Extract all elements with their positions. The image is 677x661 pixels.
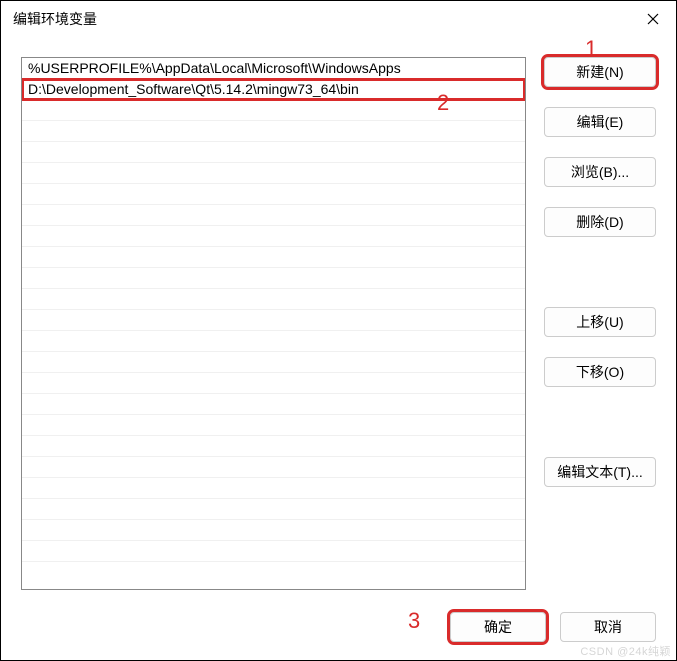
- close-icon: [647, 13, 659, 25]
- content-area: %USERPROFILE%\AppData\Local\Microsoft\Wi…: [1, 37, 676, 600]
- spacer: [544, 257, 656, 287]
- list-item[interactable]: [22, 394, 525, 415]
- list-item[interactable]: [22, 184, 525, 205]
- edittext-button[interactable]: 编辑文本(T)...: [544, 457, 656, 487]
- cancel-button[interactable]: 取消: [560, 612, 656, 642]
- titlebar: 编辑环境变量: [1, 1, 676, 37]
- side-button-panel: 新建(N) 编辑(E) 浏览(B)... 删除(D) 上移(U) 下移(O) 编…: [544, 57, 656, 590]
- delete-button[interactable]: 删除(D): [544, 207, 656, 237]
- list-item[interactable]: [22, 415, 525, 436]
- watermark: CSDN @24k纯颖: [580, 643, 671, 659]
- spacer: [544, 407, 656, 437]
- footer: 确定 取消: [1, 600, 676, 660]
- path-list[interactable]: %USERPROFILE%\AppData\Local\Microsoft\Wi…: [21, 57, 526, 590]
- list-item[interactable]: [22, 478, 525, 499]
- list-item[interactable]: [22, 373, 525, 394]
- list-item[interactable]: [22, 310, 525, 331]
- list-item[interactable]: [22, 541, 525, 562]
- list-item[interactable]: [22, 352, 525, 373]
- list-item[interactable]: [22, 142, 525, 163]
- list-item[interactable]: [22, 520, 525, 541]
- list-item[interactable]: %USERPROFILE%\AppData\Local\Microsoft\Wi…: [22, 58, 525, 79]
- list-item[interactable]: [22, 436, 525, 457]
- list-item[interactable]: [22, 499, 525, 520]
- browse-button[interactable]: 浏览(B)...: [544, 157, 656, 187]
- list-item[interactable]: [22, 226, 525, 247]
- new-button[interactable]: 新建(N): [544, 57, 656, 87]
- list-item[interactable]: D:\Development_Software\Qt\5.14.2\mingw7…: [22, 79, 525, 100]
- moveup-button[interactable]: 上移(U): [544, 307, 656, 337]
- list-item[interactable]: [22, 121, 525, 142]
- ok-button[interactable]: 确定: [450, 612, 546, 642]
- list-item[interactable]: [22, 163, 525, 184]
- list-item[interactable]: [22, 268, 525, 289]
- list-item[interactable]: [22, 247, 525, 268]
- window-title: 编辑环境变量: [13, 9, 97, 29]
- list-item[interactable]: [22, 205, 525, 226]
- list-item[interactable]: [22, 289, 525, 310]
- edit-button[interactable]: 编辑(E): [544, 107, 656, 137]
- list-item[interactable]: [22, 100, 525, 121]
- movedown-button[interactable]: 下移(O): [544, 357, 656, 387]
- list-item[interactable]: [22, 331, 525, 352]
- env-var-dialog: 编辑环境变量 %USERPROFILE%\AppData\Local\Micro…: [0, 0, 677, 661]
- close-button[interactable]: [630, 1, 676, 37]
- list-item[interactable]: [22, 457, 525, 478]
